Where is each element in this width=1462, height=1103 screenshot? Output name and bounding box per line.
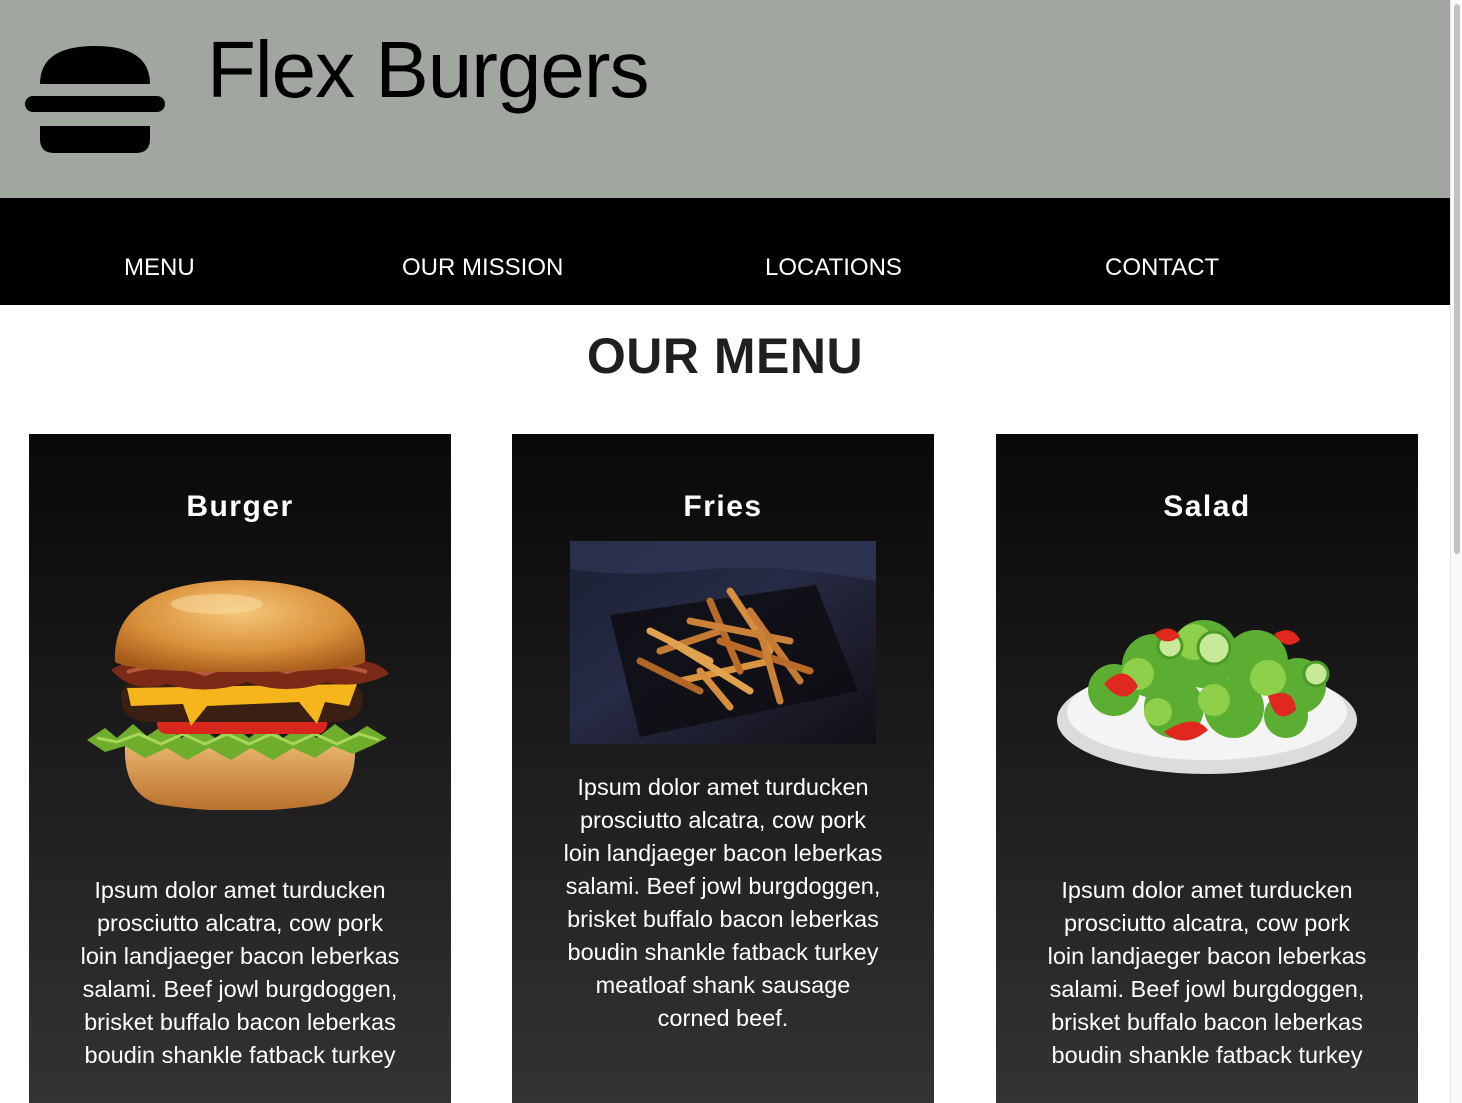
- menu-card-fries: Fries Ipsum dolor amet turducken prosciu…: [512, 434, 934, 1103]
- nav-link-locations[interactable]: LOCATIONS: [765, 254, 902, 282]
- nav-link-our-mission[interactable]: OUR MISSION: [402, 254, 563, 282]
- main-nav: MENU OUR MISSION LOCATIONS CONTACT: [0, 198, 1450, 305]
- site-title: Flex Burgers: [207, 25, 649, 114]
- card-description: Ipsum dolor amet turducken prosciutto al…: [563, 774, 883, 1031]
- card-title: Salad: [1163, 490, 1251, 523]
- card-title: Fries: [683, 490, 763, 523]
- fries-image: [570, 541, 876, 744]
- card-description: Ipsum dolor amet turducken prosciutto al…: [1047, 877, 1367, 1068]
- page: Flex Burgers MENU OUR MISSION LOCATIONS …: [0, 0, 1450, 1103]
- burger-image: [87, 580, 389, 810]
- card-description: Ipsum dolor amet turducken prosciutto al…: [80, 877, 400, 1068]
- section-title: OUR MENU: [586, 328, 864, 384]
- nav-link-contact[interactable]: CONTACT: [1105, 254, 1219, 282]
- menu-card-burger: Burger Ipsum dolor amet turducken prosci…: [29, 434, 451, 1103]
- menu-card-salad: Salad Ipsum dolor amet turducken prosciu…: [996, 434, 1418, 1103]
- scrollbar-thumb[interactable]: [1454, 4, 1460, 554]
- card-title: Burger: [186, 490, 294, 523]
- vertical-scrollbar[interactable]: [1450, 0, 1462, 1103]
- salad-image: [1057, 620, 1357, 774]
- site-header: Flex Burgers: [0, 0, 1450, 198]
- burger-icon: [25, 46, 165, 153]
- nav-link-menu[interactable]: MENU: [124, 254, 195, 282]
